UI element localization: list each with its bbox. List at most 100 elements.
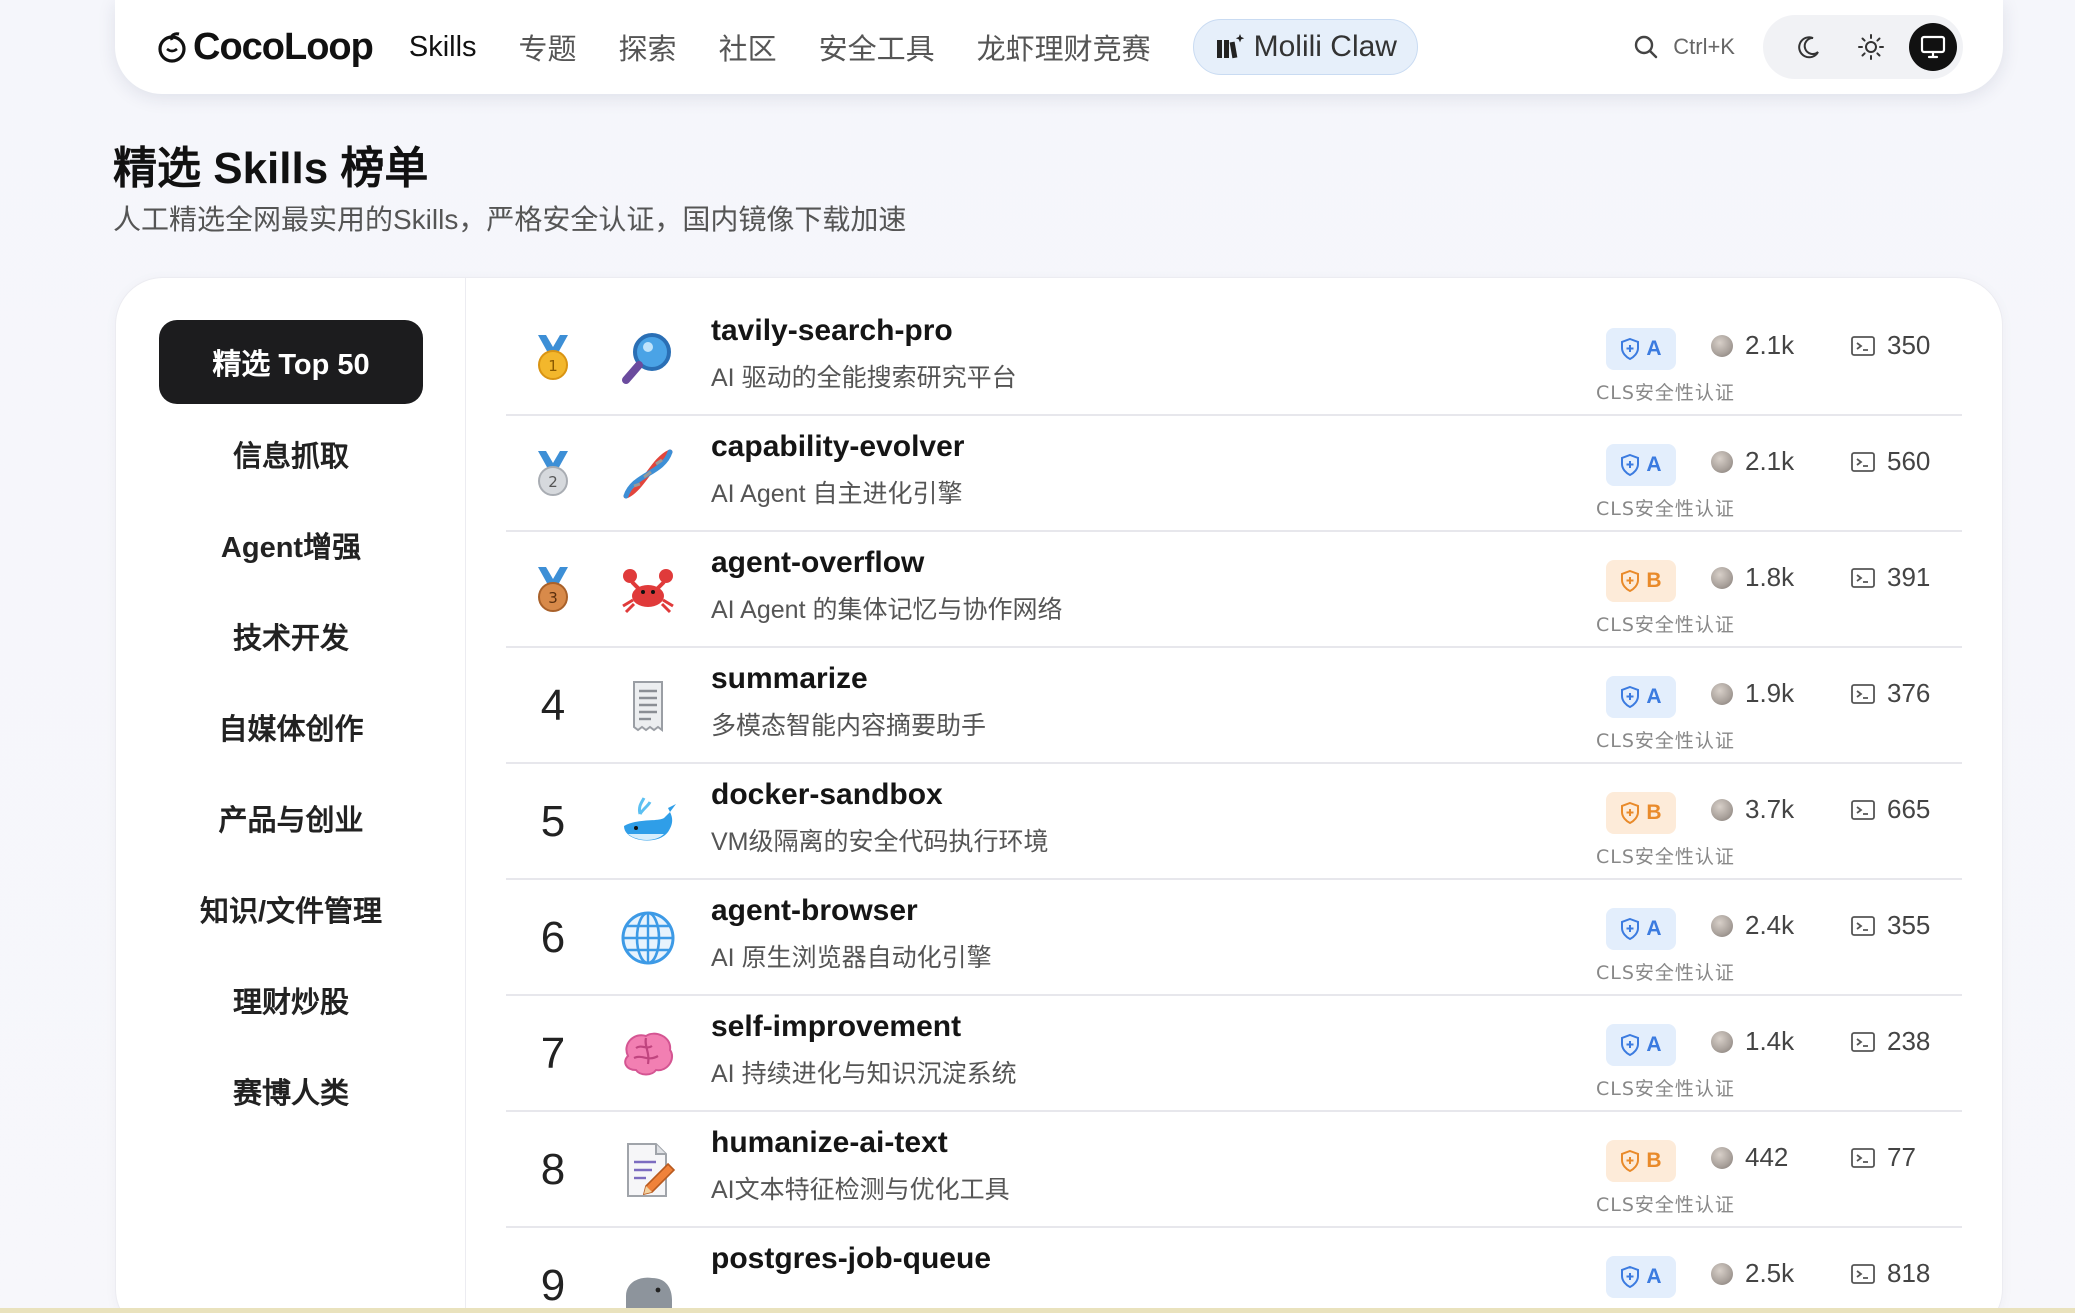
- category-tech-dev[interactable]: 技术开发: [159, 594, 423, 678]
- security-grade-badge: B: [1606, 560, 1676, 602]
- skills-list: 1 tavily-search-pro AI 驱动的全能搜索研究平台 A CLS…: [506, 300, 1962, 1313]
- skills-card: 精选 Top 50 信息抓取 Agent增强 技术开发 自媒体创作 产品与创业 …: [115, 277, 2003, 1313]
- download-value: 350: [1887, 330, 1931, 360]
- download-count: 665: [1851, 794, 1930, 825]
- rank-medal: 2: [528, 416, 578, 532]
- category-cyber-human[interactable]: 赛博人类: [159, 1049, 423, 1133]
- silver-medal-icon: 2: [538, 451, 568, 496]
- search-button[interactable]: Ctrl+K: [1633, 34, 1735, 60]
- star-count: 2.5k: [1711, 1258, 1794, 1289]
- skill-row[interactable]: 5 docker-sandbox VM级隔离的安全代码执行环境 B CLS安全性…: [506, 764, 1962, 880]
- skill-name[interactable]: humanize-ai-text: [711, 1126, 948, 1160]
- skill-desc: AI Agent 自主进化引擎: [711, 480, 963, 508]
- star-count: 2.1k: [1711, 330, 1794, 361]
- rank-number: 6: [540, 913, 566, 962]
- grade-letter: A: [1646, 337, 1662, 360]
- memo-icon: [616, 1138, 680, 1202]
- category-finance-stocks[interactable]: 理财炒股: [159, 958, 423, 1042]
- search-shortcut: Ctrl+K: [1673, 34, 1735, 59]
- grade-letter: A: [1646, 917, 1662, 940]
- cls-cert-label: CLS安全性认证: [1596, 962, 1735, 984]
- magnifier-icon: [616, 326, 680, 390]
- star-count: 442: [1711, 1142, 1788, 1173]
- download-value: 355: [1887, 910, 1931, 940]
- nav-explore[interactable]: 探索: [619, 26, 677, 68]
- skill-name[interactable]: docker-sandbox: [711, 778, 943, 812]
- download-value: 818: [1887, 1258, 1931, 1288]
- search-icon: [1635, 35, 1658, 59]
- cls-cert-label: CLS安全性认证: [1596, 730, 1735, 752]
- star-count: 1.9k: [1711, 678, 1794, 709]
- skill-row[interactable]: 8 humanize-ai-text AI文本特征检测与优化工具 B CLS安全…: [506, 1112, 1962, 1228]
- medal-number: 1: [548, 357, 558, 375]
- security-grade-badge: A: [1606, 444, 1676, 486]
- category-media-creation[interactable]: 自媒体创作: [159, 685, 423, 769]
- nav-topics[interactable]: 专题: [519, 26, 577, 68]
- star-value: 2.5k: [1745, 1258, 1795, 1288]
- star-count: 2.1k: [1711, 446, 1794, 477]
- coin-icon: [1711, 682, 1733, 705]
- theme-switcher: [1763, 15, 1963, 79]
- coin-icon: [1711, 334, 1733, 357]
- rank-number: 7: [540, 1029, 566, 1078]
- skill-row[interactable]: 3 agent-overflow AI Agent 的集体记忆与协作网络 B C…: [506, 532, 1962, 648]
- light-theme-button[interactable]: [1847, 23, 1895, 71]
- skill-desc: AI 持续进化与知识沉淀系统: [711, 1060, 1017, 1088]
- download-value: 665: [1887, 794, 1931, 824]
- category-top50[interactable]: 精选 Top 50: [159, 320, 423, 404]
- category-info-scraping[interactable]: 信息抓取: [159, 412, 423, 496]
- download-count: 355: [1851, 910, 1930, 941]
- skill-name[interactable]: agent-browser: [711, 894, 918, 928]
- molili-claw-label: Molili Claw: [1253, 30, 1397, 63]
- nav-skills[interactable]: Skills: [409, 31, 477, 64]
- skill-name[interactable]: tavily-search-pro: [711, 314, 953, 348]
- star-count: 3.7k: [1711, 794, 1794, 825]
- skill-row[interactable]: 9 postgres-job-queue A 2.5k 818: [506, 1228, 1962, 1313]
- star-value: 1.8k: [1745, 562, 1795, 592]
- skill-name[interactable]: self-improvement: [711, 1010, 961, 1044]
- logo[interactable]: CocoLoop: [155, 26, 374, 69]
- skill-desc: AI 驱动的全能搜索研究平台: [711, 364, 1017, 392]
- star-count: 1.4k: [1711, 1026, 1794, 1057]
- skill-row[interactable]: 2 capability-evolver AI Agent 自主进化引擎 A C…: [506, 416, 1962, 532]
- category-agent-enhance[interactable]: Agent增强: [159, 503, 423, 587]
- download-value: 376: [1887, 678, 1931, 708]
- skill-name[interactable]: summarize: [711, 662, 868, 696]
- terminal-icon: [1851, 1263, 1875, 1284]
- nav-security-tools[interactable]: 安全工具: [819, 26, 935, 68]
- terminal-icon: [1851, 683, 1875, 704]
- star-value: 1.9k: [1745, 678, 1795, 708]
- nav-finance-contest[interactable]: 龙虾理财竞赛: [977, 26, 1151, 68]
- skill-row[interactable]: 1 tavily-search-pro AI 驱动的全能搜索研究平台 A CLS…: [506, 300, 1962, 416]
- page-title: 精选 Skills 榜单: [113, 144, 429, 193]
- star-value: 2.1k: [1745, 330, 1795, 360]
- skill-desc: AI文本特征检测与优化工具: [711, 1176, 1010, 1204]
- terminal-icon: [1851, 335, 1875, 356]
- skill-row[interactable]: 4 summarize 多模态智能内容摘要助手 A CLS安全性认证 1.9k …: [506, 648, 1962, 764]
- system-theme-button[interactable]: [1909, 23, 1957, 71]
- rank-number: 8: [540, 1145, 566, 1194]
- grade-letter: A: [1646, 453, 1662, 476]
- nav-community[interactable]: 社区: [719, 26, 777, 68]
- bronze-medal-icon: 3: [538, 567, 568, 612]
- category-knowledge-files[interactable]: 知识/文件管理: [159, 867, 423, 951]
- category-product-startup[interactable]: 产品与创业: [159, 776, 423, 860]
- cls-cert-label: CLS安全性认证: [1596, 498, 1735, 520]
- skill-name[interactable]: agent-overflow: [711, 546, 924, 580]
- security-grade-badge: A: [1606, 1024, 1676, 1066]
- skill-name[interactable]: postgres-job-queue: [711, 1242, 991, 1276]
- skill-row[interactable]: 7 self-improvement AI 持续进化与知识沉淀系统 A CLS安…: [506, 996, 1962, 1112]
- star-value: 3.7k: [1745, 794, 1795, 824]
- medal-number: 2: [548, 473, 558, 491]
- coin-icon: [1711, 1030, 1733, 1053]
- download-value: 238: [1887, 1026, 1931, 1056]
- security-grade-badge: A: [1606, 1256, 1676, 1298]
- download-count: 350: [1851, 330, 1930, 361]
- download-count: 391: [1851, 562, 1930, 593]
- star-value: 2.1k: [1745, 446, 1795, 476]
- dark-theme-button[interactable]: [1785, 23, 1833, 71]
- skill-row[interactable]: 6 agent-browser AI 原生浏览器自动化引擎 A CLS安全性认证…: [506, 880, 1962, 996]
- skill-name[interactable]: capability-evolver: [711, 430, 964, 464]
- shield-icon: [1621, 570, 1640, 592]
- molili-claw-button[interactable]: Molili Claw: [1192, 19, 1418, 75]
